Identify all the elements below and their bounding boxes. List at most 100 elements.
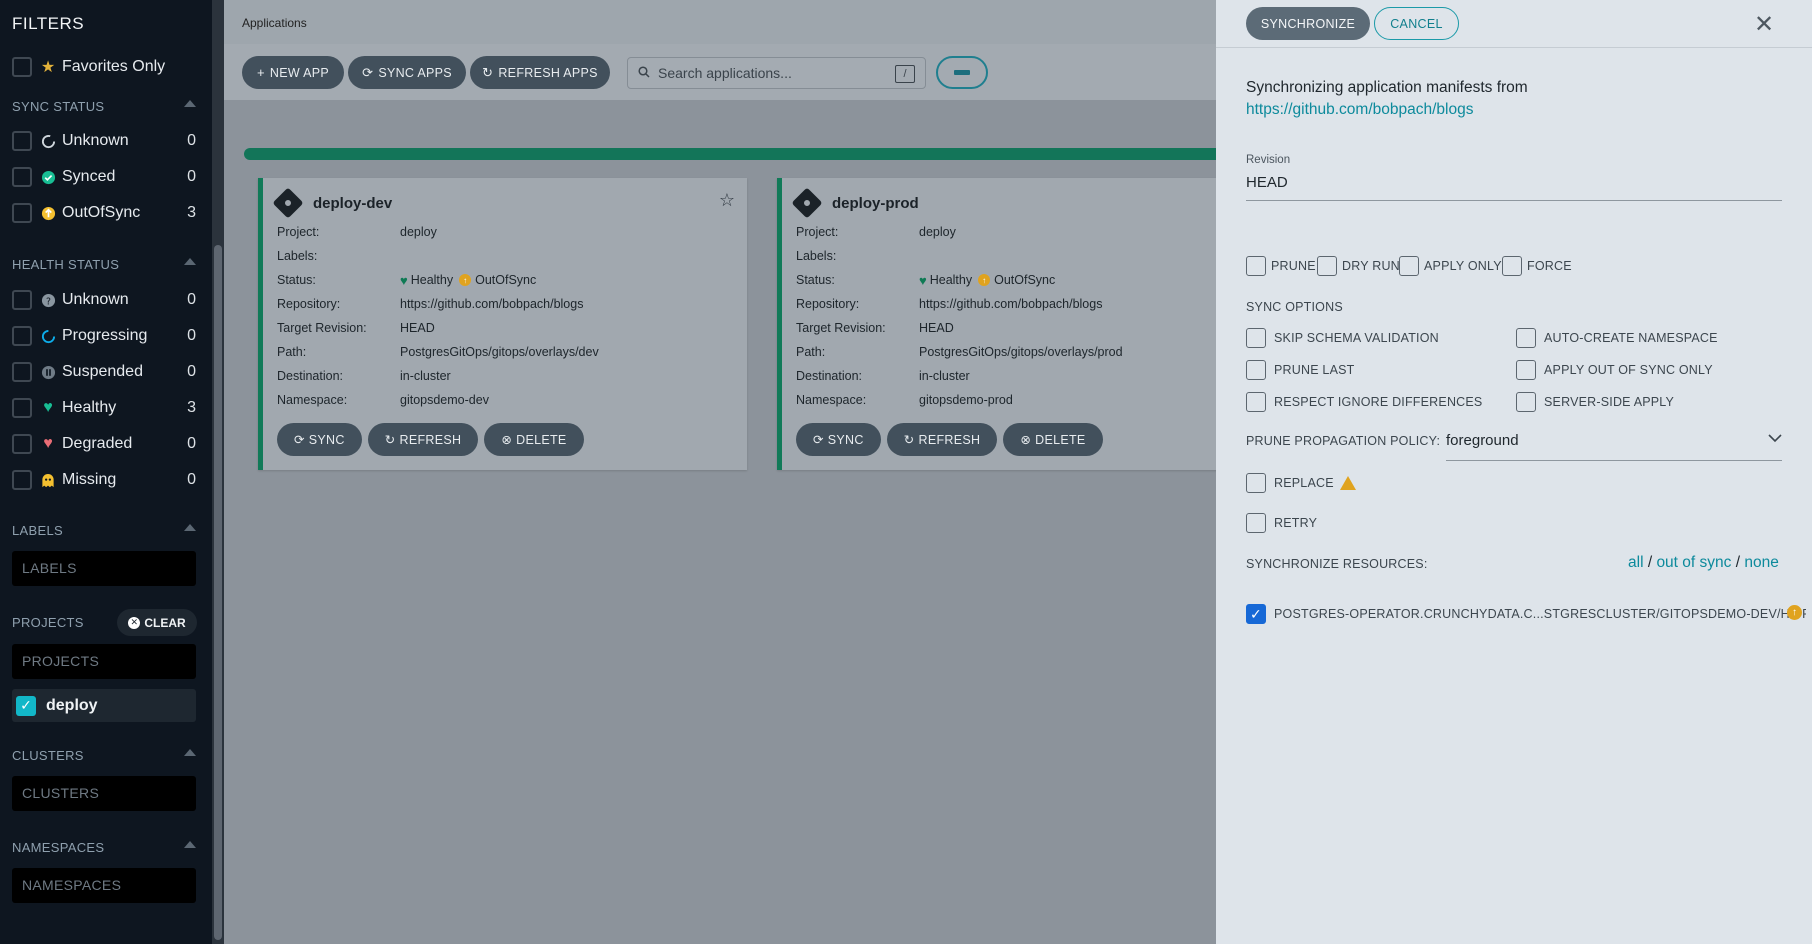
checkbox[interactable] (12, 434, 32, 454)
new-app-button[interactable]: + NEW APP (242, 56, 344, 89)
synchronize-button[interactable]: SYNCHRONIZE (1246, 7, 1370, 40)
sync-button[interactable]: ⟳ SYNC (796, 423, 881, 456)
refresh-button[interactable]: ↻ REFRESH (886, 423, 998, 456)
select-out-of-sync-link[interactable]: out of sync (1656, 554, 1731, 571)
checkbox[interactable] (1246, 328, 1266, 348)
checkbox[interactable] (12, 203, 32, 223)
respect-ignore-differences-option[interactable]: RESPECT IGNORE DIFFERENCES (1246, 392, 1482, 412)
app-name[interactable]: deploy-prod (832, 195, 919, 212)
health-status-collapse-icon[interactable] (184, 258, 196, 265)
checkbox[interactable] (1502, 256, 1522, 276)
app-card-deploy-prod[interactable]: deploy-prod Project: deploy Labels: Statu… (777, 178, 1224, 470)
checkbox[interactable] (12, 326, 32, 346)
checkbox[interactable] (12, 167, 32, 187)
health-filter-unknown[interactable]: ? Unknown 0 (12, 288, 196, 312)
namespaces-filter-input[interactable]: NAMESPACES (12, 868, 196, 903)
sync-button[interactable]: ⟳ SYNC (277, 423, 362, 456)
repository-link[interactable]: https://github.com/bobpach/blogs (1246, 101, 1473, 119)
checkbox[interactable] (1246, 392, 1266, 412)
delete-button[interactable]: ⊗ DELETE (1003, 423, 1103, 456)
checkbox[interactable] (12, 290, 32, 310)
star-outline-icon[interactable]: ☆ (719, 190, 735, 211)
apply-out-of-sync-only-option[interactable]: APPLY OUT OF SYNC ONLY (1516, 360, 1713, 380)
checked-checkbox-icon[interactable]: ✓ (1246, 604, 1266, 624)
broken-heart-icon: ♥ (43, 435, 53, 452)
delete-button[interactable]: ⊗ DELETE (484, 423, 584, 456)
server-side-apply-option[interactable]: SERVER-SIDE APPLY (1516, 392, 1674, 412)
refresh-apps-button[interactable]: ↻ REFRESH APPS (470, 56, 610, 89)
checkbox[interactable] (12, 398, 32, 418)
clear-projects-button[interactable]: ✕ CLEAR (117, 609, 197, 636)
select-all-link[interactable]: all (1628, 554, 1644, 571)
project-option-deploy[interactable]: ✓ deploy (12, 689, 196, 722)
auto-create-namespace-option[interactable]: AUTO-CREATE NAMESPACE (1516, 328, 1718, 348)
clusters-filter-input[interactable]: CLUSTERS (12, 776, 196, 811)
force-option[interactable]: FORCE (1502, 256, 1572, 276)
filter-count: 0 (187, 363, 196, 380)
health-filter-suspended[interactable]: Suspended 0 (12, 360, 196, 384)
resource-item[interactable]: ✓ POSTGRES-OPERATOR.CRUNCHYDATA.C... STG… (1246, 604, 1806, 624)
refresh-button[interactable]: ↻ REFRESH (367, 423, 479, 456)
chevron-down-icon (1768, 430, 1782, 446)
checkbox[interactable] (12, 362, 32, 382)
sync-status-collapse-icon[interactable] (184, 100, 196, 107)
checkbox[interactable] (12, 131, 32, 151)
labels-filter-input[interactable]: LABELS (12, 551, 196, 586)
filter-label: Progressing (62, 327, 148, 344)
health-filter-progressing[interactable]: Progressing 0 (12, 324, 196, 348)
destination-value: in-cluster (400, 369, 451, 383)
search-placeholder: Search applications... (658, 65, 792, 81)
checkbox[interactable] (1246, 473, 1266, 493)
health-filter-healthy[interactable]: ♥ Healthy 3 (12, 396, 196, 420)
prune-option[interactable]: PRUNE (1246, 256, 1316, 276)
namespaces-collapse-icon[interactable] (184, 841, 196, 848)
app-name[interactable]: deploy-dev (313, 195, 392, 212)
checkbox[interactable] (1246, 360, 1266, 380)
prune-last-option[interactable]: PRUNE LAST (1246, 360, 1355, 380)
favorites-checkbox[interactable] (12, 57, 32, 77)
labels-collapse-icon[interactable] (184, 524, 196, 531)
prune-propagation-policy-select[interactable]: foreground (1446, 428, 1782, 461)
checkbox[interactable] (1317, 256, 1337, 276)
top-bar (224, 0, 1224, 44)
checked-checkbox-icon[interactable]: ✓ (16, 695, 36, 716)
filter-label: Missing (62, 471, 117, 488)
health-filter-missing[interactable]: Missing 0 (12, 468, 196, 492)
health-filter-degraded[interactable]: ♥ Degraded 0 (12, 432, 196, 456)
status-value: ♥ Healthy ↑ OutOfSync (400, 273, 737, 288)
sync-filter-synced[interactable]: Synced 0 (12, 165, 196, 189)
namespace-value: gitopsdemo-prod (919, 393, 1013, 407)
checkbox[interactable] (1246, 256, 1266, 276)
checkbox[interactable] (1246, 513, 1266, 533)
field-label: Project: (796, 225, 839, 239)
select-none-link[interactable]: none (1744, 554, 1778, 571)
field-label: Status: (796, 273, 835, 287)
close-icon[interactable]: ✕ (1754, 10, 1774, 39)
favorites-only-filter[interactable]: ★ Favorites Only (12, 55, 196, 79)
search-applications-input[interactable]: Search applications... / (627, 57, 926, 89)
app-card-deploy-dev[interactable]: deploy-dev ☆ Project: deploy Labels: Stat… (258, 178, 747, 470)
sync-apps-button[interactable]: ⟳ SYNC APPS (348, 56, 466, 89)
option-label: PRUNE (1271, 259, 1316, 273)
cancel-button[interactable]: CANCEL (1374, 7, 1459, 40)
skip-schema-validation-option[interactable]: SKIP SCHEMA VALIDATION (1246, 328, 1439, 348)
destination-value: in-cluster (919, 369, 970, 383)
checkbox[interactable] (12, 470, 32, 490)
apply-only-option[interactable]: APPLY ONLY (1399, 256, 1502, 276)
view-toggle-button[interactable] (936, 56, 988, 89)
dry-run-option[interactable]: DRY RUN (1317, 256, 1400, 276)
checkbox[interactable] (1516, 360, 1536, 380)
replace-option[interactable]: REPLACE (1246, 473, 1356, 493)
sidebar-scrollbar[interactable] (214, 245, 222, 940)
resource-checkbox-wrap[interactable]: ✓ (1246, 604, 1271, 624)
sync-filter-unknown[interactable]: Unknown 0 (12, 129, 196, 153)
revision-input[interactable]: HEAD (1246, 174, 1782, 201)
checkbox[interactable] (1516, 328, 1536, 348)
checkbox[interactable] (1399, 256, 1419, 276)
projects-filter-input[interactable]: PROJECTS (12, 644, 196, 679)
retry-option[interactable]: RETRY (1246, 513, 1317, 533)
sync-filter-outofsync[interactable]: OutOfSync 3 (12, 201, 196, 225)
clusters-collapse-icon[interactable] (184, 749, 196, 756)
clusters-heading: CLUSTERS (12, 748, 84, 763)
checkbox[interactable] (1516, 392, 1536, 412)
